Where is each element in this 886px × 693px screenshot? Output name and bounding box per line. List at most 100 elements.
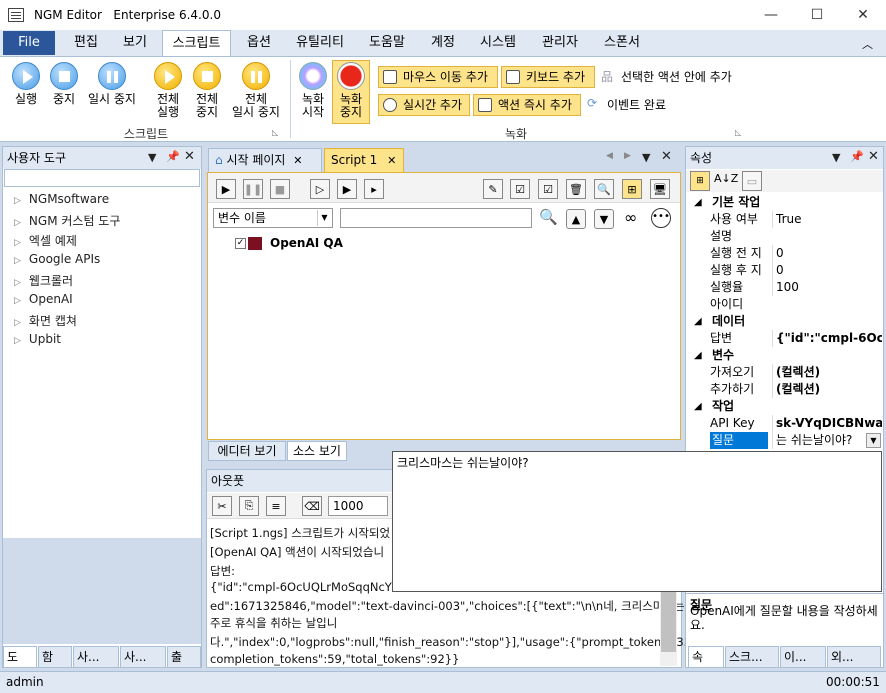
bottom-tab-user-function[interactable]: 사... — [120, 646, 166, 668]
collapse-ribbon-icon[interactable]: ︿ — [862, 36, 873, 52]
tab-options[interactable]: 옵션 — [237, 30, 281, 56]
move-down-icon[interactable]: ▼ — [594, 209, 614, 229]
tree-view-icon[interactable]: ⊞ — [622, 179, 642, 199]
editor-pause-icon[interactable]: ❚❚ — [243, 179, 263, 199]
monitor-icon[interactable]: 🖥 — [650, 179, 670, 199]
property-category[interactable]: ◢ 작업 — [690, 398, 882, 415]
output-scrollbar-thumb[interactable] — [661, 592, 676, 652]
question-text[interactable]: 크리스마스는 쉬는날이야? — [393, 452, 881, 473]
close-button[interactable]: ✕ — [840, 0, 886, 30]
property-category[interactable]: ◢ 데이터 — [690, 313, 882, 330]
tab-scroll-left-icon[interactable]: ◀ — [606, 151, 613, 161]
tab-utility[interactable]: 유틸리티 — [288, 30, 352, 56]
stop-all-button[interactable]: 전체 중지 — [189, 62, 225, 119]
chevron-down-icon[interactable]: ◢ — [694, 398, 702, 415]
check-icon[interactable]: ☑ — [538, 179, 558, 199]
check-all-icon[interactable]: ☑ — [510, 179, 530, 199]
add-mouse-move-button[interactable]: 마우스 이동 추가 — [378, 66, 498, 88]
output-list-icon[interactable]: ≡ — [266, 496, 286, 516]
property-value[interactable]: 100 — [772, 279, 882, 296]
document-close-icon[interactable]: ✕ — [661, 149, 672, 164]
tab-view[interactable]: 보기 — [113, 30, 157, 56]
tab-close-icon[interactable]: ✕ — [293, 154, 302, 167]
tab-editor-view[interactable]: 에디터 보기 — [208, 441, 286, 461]
property-row[interactable]: 실행 후 지 0 — [690, 262, 882, 279]
property-row[interactable]: 실행 전 지 0 — [690, 245, 882, 262]
add-keyboard-button[interactable]: 키보드 추가 — [501, 66, 595, 88]
find-icon[interactable]: 🔍 — [594, 179, 614, 199]
property-pages-icon[interactable]: ▭ — [742, 171, 762, 191]
tree-item[interactable]: Google APIs — [14, 252, 100, 266]
property-row[interactable]: 질문 는 쉬는날이야? ▼ — [690, 432, 882, 449]
run-all-button[interactable]: 전체 실행 — [150, 62, 186, 119]
chevron-down-icon[interactable]: ◢ — [694, 194, 702, 211]
bottom-tab-output[interactable]: 출 — [167, 646, 201, 668]
tab-list-icon[interactable]: ▼ — [642, 151, 650, 164]
file-tab[interactable]: File — [3, 31, 55, 55]
tree-item[interactable]: 엑셀 예제 — [14, 232, 77, 249]
group-launcher-icon[interactable]: ◺ — [735, 128, 741, 137]
more-icon[interactable]: ••• — [651, 208, 671, 228]
tab-sponsor[interactable]: 스폰서 — [596, 30, 648, 56]
property-value[interactable]: {"id":"cmpl-6OcU — [772, 330, 882, 347]
panel-close-icon[interactable]: ✕ — [868, 149, 879, 164]
output-line-count[interactable]: 1000 — [328, 496, 388, 516]
stop-button[interactable]: 중지 — [47, 62, 81, 106]
output-clear-icon[interactable]: ✂ — [212, 496, 232, 516]
tree-item[interactable]: 화면 캡쳐 — [14, 312, 77, 329]
dropdown-icon[interactable]: ▼ — [866, 433, 881, 448]
tab-scroll-right-icon[interactable]: ▶ — [624, 151, 631, 161]
bottom-tab-image[interactable]: 이... — [780, 646, 826, 668]
tab-close-icon[interactable]: ✕ — [387, 154, 396, 167]
step-over-icon[interactable]: ▸ — [364, 179, 384, 199]
property-row[interactable]: 사용 여부 True — [690, 211, 882, 228]
property-row[interactable]: 아이디 — [690, 296, 882, 313]
property-category[interactable]: ◢ 변수 — [690, 347, 882, 364]
sort-alpha-icon[interactable]: A↓Z — [714, 172, 738, 185]
tab-source-view[interactable]: 소스 보기 — [287, 441, 347, 461]
maximize-button[interactable]: ☐ — [794, 0, 840, 30]
bottom-tab-document[interactable]: 도 — [3, 646, 37, 668]
user-tools-search-input[interactable] — [4, 169, 200, 187]
property-value[interactable]: True — [772, 211, 882, 228]
tab-system[interactable]: 시스템 — [472, 30, 524, 56]
tab-script[interactable]: 스크립트 — [162, 30, 231, 56]
tree-item[interactable]: Upbit — [14, 332, 61, 346]
run-button[interactable]: 실행 — [8, 62, 44, 106]
pause-button[interactable]: 일시 중지 — [84, 62, 140, 106]
record-start-button[interactable]: 녹화 시작 — [296, 62, 330, 119]
tree-item[interactable]: OpenAI — [14, 292, 73, 306]
move-up-icon[interactable]: ▲ — [566, 209, 586, 229]
tab-help[interactable]: 도움말 — [362, 30, 412, 56]
chevron-down-icon[interactable]: ◢ — [694, 313, 702, 330]
step-icon[interactable]: ▷ — [310, 179, 330, 199]
node-checkbox[interactable]: ✓ — [235, 238, 246, 249]
editor-stop-icon[interactable]: ■ — [270, 179, 290, 199]
property-category[interactable]: ◢ 기본 작업 — [690, 194, 882, 211]
property-row[interactable]: 실행율 100 — [690, 279, 882, 296]
tab-account[interactable]: 계정 — [421, 30, 465, 56]
property-row[interactable]: 추가하기 (컬렉션) — [690, 381, 882, 398]
pause-all-button[interactable]: 전체 일시 중지 — [228, 62, 284, 119]
property-row[interactable]: 설명 — [690, 228, 882, 245]
panel-menu-icon[interactable]: ▼ — [148, 151, 156, 164]
delete-icon[interactable]: 🗑 — [566, 179, 586, 199]
chevron-down-icon[interactable]: ◢ — [694, 347, 702, 364]
tab-script-1[interactable]: Script 1 ✕ — [324, 148, 404, 172]
property-row[interactable]: 가져오기 (컬렉션) — [690, 364, 882, 381]
bottom-tab-user[interactable]: 사... — [73, 646, 119, 668]
property-value[interactable]: sk-VYqDICBNwa — [772, 415, 882, 432]
property-value[interactable]: (컬렉션) — [772, 364, 882, 381]
tree-item[interactable]: NGM 커스텀 도구 — [14, 212, 120, 229]
output-export-icon[interactable]: ⎘ — [239, 496, 259, 516]
group-launcher-icon[interactable]: ◺ — [272, 128, 278, 137]
pin-icon[interactable]: 📌 — [166, 150, 180, 163]
loop-icon[interactable]: ∞ — [624, 208, 637, 227]
bottom-tab-external[interactable]: 외... — [827, 646, 881, 668]
property-value[interactable]: 0 — [772, 262, 882, 279]
bottom-tab-function[interactable]: 함 — [38, 646, 72, 668]
tab-admin[interactable]: 관리자 — [534, 30, 586, 56]
property-row[interactable]: 답변 {"id":"cmpl-6OcU — [690, 330, 882, 347]
question-editor-popup[interactable]: 크리스마스는 쉬는날이야? — [392, 451, 882, 592]
panel-menu-icon[interactable]: ▼ — [832, 151, 840, 164]
